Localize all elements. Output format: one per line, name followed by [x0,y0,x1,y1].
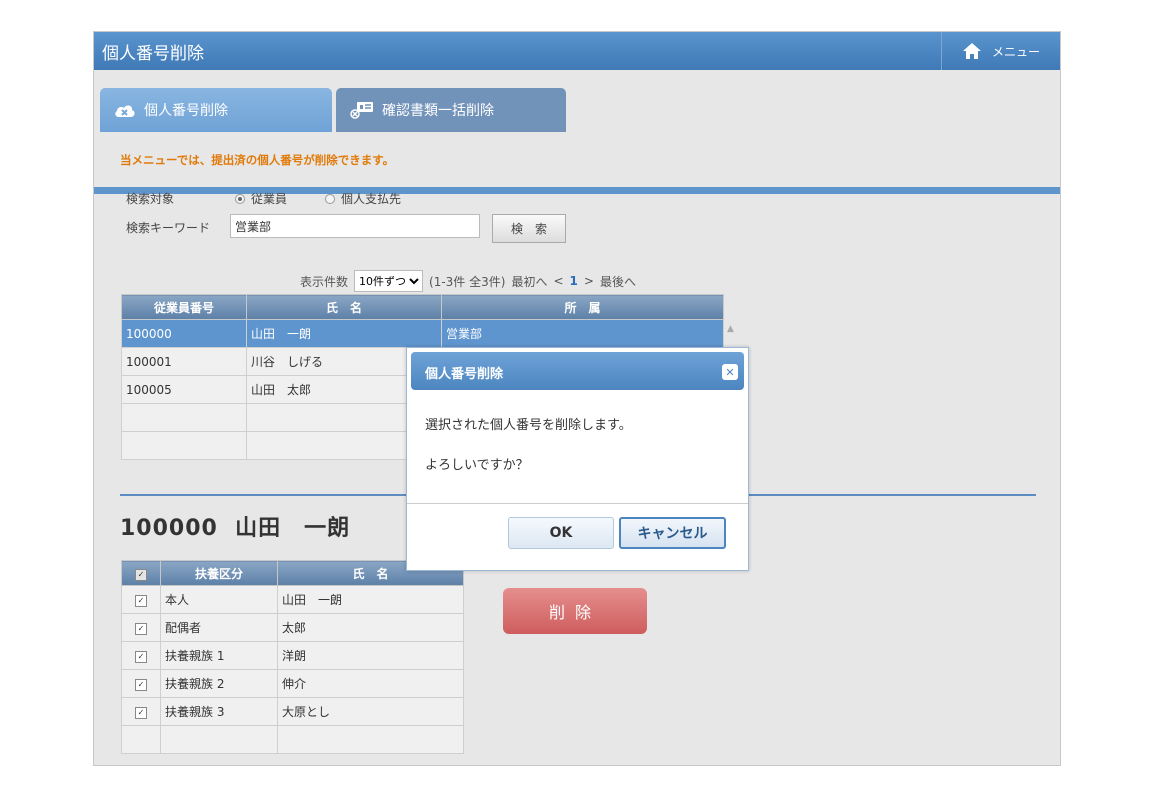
first-page-link[interactable]: 最初へ [511,273,547,290]
cloud-x-icon [115,105,135,117]
radio-label: 個人支払先 [341,192,402,206]
table-row[interactable]: ✓ 配偶者 太郎 [121,613,464,642]
pager: 表示件数 10件ずつ (1-3件 全3件) 最初へ < 1 > 最後へ [300,270,636,292]
close-icon[interactable]: ✕ [722,364,738,380]
per-page-select[interactable]: 10件ずつ [354,270,424,292]
menu-label: メニュー [991,44,1040,59]
confirm-dialog: 個人番号削除 ✕ 選択された個人番号を削除します。 よろしいですか？ OK キャ… [406,347,749,571]
cell-emp-no: 100005 [121,375,247,404]
row-checkbox[interactable]: ✓ [121,613,161,642]
menu-button[interactable]: メニュー [941,32,1060,70]
cell-name: 大原とし [277,697,464,726]
scroll-up-arrow-icon[interactable]: ▲ [727,324,734,334]
delete-button[interactable]: 削除 [503,588,647,634]
cell-category: 扶養親族 1 [160,641,278,670]
table-header: 従業員番号 氏 名 所 属 [121,294,724,320]
cell-category: 扶養親族 2 [160,669,278,698]
table-row[interactable]: 100000 山田 一朗 営業部 [121,319,724,348]
selected-employee-heading: 100000 山田 一朗 [120,516,351,541]
checkbox-icon: ✓ [135,623,147,635]
row-checkbox[interactable]: ✓ [121,585,161,614]
radio-dot [235,193,245,204]
cell-name: 洋朗 [277,641,464,670]
dialog-title: 個人番号削除 [425,367,504,382]
row-checkbox[interactable]: ✓ [121,669,161,698]
dialog-question: よろしいですか？ [425,458,529,473]
table-row [121,725,464,754]
current-page: 1 [569,274,578,288]
checkbox-icon: ✓ [135,679,147,691]
per-page-label: 表示件数 [300,274,349,289]
dialog-divider [407,503,748,504]
cell-name: 太郎 [277,613,464,642]
table-row[interactable]: ✓ 本人 山田 一朗 [121,585,464,614]
tab-bar: 個人番号削除 確認書類一括削除 [94,88,1060,194]
radio-individual-payee[interactable]: 個人支払先 [325,190,401,207]
search-button[interactable]: 検 索 [492,214,566,243]
cell-dept: 営業部 [441,319,724,348]
cell-emp-no: 100001 [121,347,247,376]
column-header[interactable]: 従業員番号 [121,294,247,320]
search-target-label: 検索対象 [126,192,175,206]
page-summary: (1-3件 全3件) [429,274,506,289]
column-header[interactable]: 扶養区分 [160,560,278,586]
table-row[interactable]: ✓ 扶養親族 1 洋朗 [121,641,464,670]
row-checkbox[interactable]: ✓ [121,697,161,726]
checkbox-icon: ✓ [135,595,147,607]
cell-category: 扶養親族 3 [160,697,278,726]
title-bar: 個人番号削除 メニュー [94,32,1060,70]
dialog-header: 個人番号削除 ✕ [411,352,744,390]
last-page-link[interactable]: 最後へ [600,273,636,290]
cell-category: 本人 [160,585,278,614]
cell-empty [277,725,464,754]
cell-name: 山田 一朗 [246,319,442,348]
notice-text: 当メニューでは、提出済の個人番号が削除できます。 [120,153,395,167]
row-checkbox[interactable]: ✓ [121,641,161,670]
ok-button[interactable]: OK [508,517,614,549]
cell-empty [121,431,247,460]
prev-page-link[interactable]: < [553,274,563,288]
cell-emp-no: 100000 [121,319,247,348]
dependents-table: ✓ 扶養区分 氏 名 ✓ 本人 山田 一朗 ✓ 配偶者 太郎 ✓ 扶養親族 1 … [121,560,464,754]
column-header[interactable]: 所 属 [441,294,724,320]
cell-name: 伸介 [277,669,464,698]
cell-name: 山田 一朗 [277,585,464,614]
next-page-link[interactable]: > [584,274,594,288]
cell-category: 配偶者 [160,613,278,642]
page-title: 個人番号削除 [102,44,204,64]
table-row[interactable]: ✓ 扶養親族 3 大原とし [121,697,464,726]
checkbox-icon: ✓ [135,568,147,581]
dialog-message: 選択された個人番号を削除します。 [425,418,632,433]
radio-label: 従業員 [251,192,288,206]
select-all-checkbox[interactable]: ✓ [121,560,161,586]
cancel-button[interactable]: キャンセル [619,517,726,549]
tab-personal-number-delete[interactable]: 個人番号削除 [100,88,332,132]
card-x-icon [350,102,373,119]
radio-employee[interactable]: 従業員 [235,190,287,207]
tab-bulk-document-delete[interactable]: 確認書類一括削除 [336,88,566,132]
tab-label: 個人番号削除 [144,103,228,119]
cell-empty [121,725,161,754]
tab-label: 確認書類一括削除 [382,103,494,119]
checkbox-icon: ✓ [135,651,147,663]
cell-empty [121,403,247,432]
keyword-input[interactable] [230,214,480,238]
column-header[interactable]: 氏 名 [246,294,442,320]
cell-empty [160,725,278,754]
home-icon [962,43,981,59]
radio-dot [325,193,335,204]
checkbox-icon: ✓ [135,707,147,719]
keyword-label: 検索キーワード [126,221,211,235]
table-row[interactable]: ✓ 扶養親族 2 伸介 [121,669,464,698]
